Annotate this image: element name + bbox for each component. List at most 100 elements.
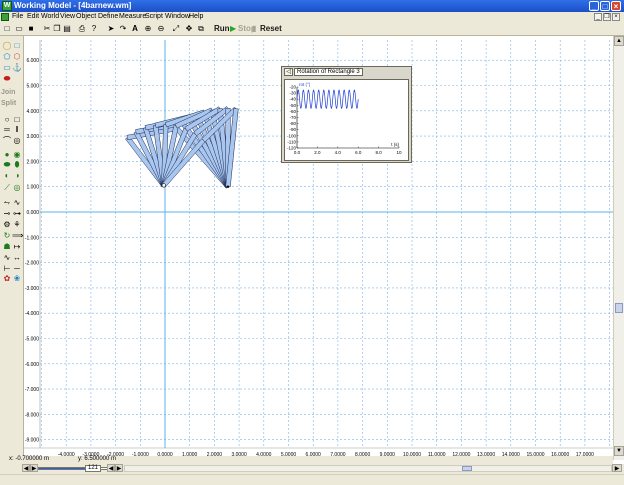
open-icon[interactable]: ▭ — [14, 24, 24, 34]
text-tool-icon[interactable]: A — [130, 24, 140, 34]
home-icon[interactable]: ⧉ — [196, 24, 206, 34]
menu-file[interactable]: File — [12, 13, 23, 20]
tape-rewind-button[interactable]: ◀ — [22, 464, 30, 472]
horizontal-scrollbar[interactable] — [124, 465, 612, 472]
arrow-icon[interactable]: ➤ — [106, 24, 116, 34]
menu-measure[interactable]: Measure — [119, 13, 146, 20]
rope-tool-icon[interactable]: ∿ — [2, 253, 12, 262]
square-point-icon[interactable]: □ — [12, 115, 22, 124]
horizontal-scroll-thumb[interactable] — [462, 466, 472, 471]
y-tick-label: -6.000 — [25, 362, 39, 368]
zoom-out-icon[interactable]: ⊖ — [156, 24, 166, 34]
help-icon[interactable]: ? — [89, 24, 99, 34]
ground-pivot-b — [226, 185, 230, 188]
anchor-icon[interactable]: ⚓ — [12, 63, 22, 72]
rotate-icon[interactable]: ↷ — [118, 24, 128, 34]
menu-window[interactable]: Window — [165, 13, 190, 20]
tape-step-back-button[interactable]: ◀ — [107, 464, 115, 472]
workspace[interactable]: 6.000 5.000 4.000 3.000 2.000 1.000 0.000 -1.00… — [24, 40, 613, 460]
y-tick-label: 5.000 — [26, 84, 39, 90]
circle-tool-icon[interactable]: ◯ — [2, 41, 12, 50]
slot-joint-icon[interactable]: ⬬ — [2, 160, 12, 169]
gear-icon[interactable]: ⚙ — [2, 220, 12, 229]
torque-icon[interactable]: ↦ — [12, 242, 22, 251]
slider-icon[interactable]: ─ — [12, 264, 22, 273]
copy-icon[interactable]: ❐ — [52, 24, 62, 34]
run-button[interactable]: Run — [214, 24, 230, 33]
pulley-icon[interactable]: ⚘ — [12, 220, 22, 229]
save-icon[interactable]: ■ — [26, 24, 36, 34]
button-control-icon[interactable]: ✿ — [2, 274, 12, 283]
slot-element-icon[interactable]: ═ — [2, 125, 12, 134]
keyed-curved-slot-icon[interactable]: ◑ — [12, 171, 22, 180]
frame-counter[interactable]: 121 — [85, 465, 101, 472]
point-icon[interactable]: ○ — [2, 115, 12, 124]
meter-window[interactable]: ◁ Rotation of Rectangle 3 -20 -30 -40 -50 -6… — [281, 66, 412, 163]
maximize-button[interactable]: □ — [600, 1, 610, 11]
split-button[interactable]: Split — [1, 100, 23, 107]
closed-slot-icon[interactable]: ◎ — [12, 136, 22, 145]
mdi-restore-button[interactable]: ❐ — [603, 13, 611, 21]
menu-script[interactable]: Script — [145, 13, 163, 20]
vertical-scroll-thumb[interactable] — [615, 303, 623, 313]
damper-icon[interactable]: ∿ — [12, 198, 22, 207]
rigid-joint-icon[interactable]: ◉ — [12, 150, 22, 159]
vertical-slot-icon[interactable]: ‖ — [12, 125, 22, 134]
tape-step-forward-button[interactable]: ▶ — [115, 464, 123, 472]
square-tool-icon[interactable]: □ — [12, 41, 22, 50]
new-icon[interactable]: □ — [2, 24, 12, 34]
paste-icon[interactable]: ▤ — [62, 24, 72, 34]
menu-help[interactable]: Help — [189, 13, 203, 20]
curved-body-icon[interactable]: ⬡ — [12, 52, 22, 61]
menu-view[interactable]: View — [60, 13, 75, 20]
zoom-fit-icon[interactable]: ⤢ — [171, 24, 181, 34]
vertical-scrollbar[interactable]: ▲ ▼ — [613, 36, 624, 460]
meter-y-tick-label: -30 — [289, 91, 296, 96]
menu-object[interactable]: Object — [76, 13, 96, 20]
meter-x-tick-label: 10 — [396, 150, 402, 155]
meter-toggle-button[interactable]: ◁ — [284, 68, 293, 76]
curved-slot-joint-icon[interactable]: ◐ — [2, 171, 12, 180]
document-icon[interactable] — [1, 13, 9, 21]
actuator-icon[interactable]: ⟹ — [12, 231, 23, 240]
cut-icon[interactable]: ✂ — [42, 24, 52, 34]
move-icon[interactable]: ✥ — [184, 24, 194, 34]
pin-joint-icon[interactable]: ● — [2, 150, 12, 159]
rectangle-tool-icon[interactable]: ▭ — [2, 63, 12, 72]
slot-tool-icon[interactable]: ⬬ — [2, 74, 12, 83]
keyed-slot-icon[interactable]: ⬮ — [12, 160, 22, 169]
zoom-in-icon[interactable]: ⊕ — [143, 24, 153, 34]
scroll-up-button[interactable]: ▲ — [614, 36, 624, 46]
join-button[interactable]: Join — [1, 89, 23, 96]
y-tick-label: -1.000 — [25, 235, 39, 241]
menu-bar: File Edit World View Object Define Measu… — [0, 12, 624, 23]
scroll-right-button[interactable]: ▶ — [612, 464, 622, 472]
mdi-minimize-button[interactable]: _ — [594, 13, 602, 21]
reset-button[interactable]: Reset — [260, 24, 282, 33]
y-tick-label: 1.000 — [26, 185, 39, 191]
print-icon[interactable]: ⎙ — [77, 24, 87, 34]
spring-icon[interactable]: ⥊ — [2, 198, 12, 207]
text-object-icon[interactable]: ❀ — [12, 274, 22, 283]
menu-define[interactable]: Define — [98, 13, 118, 20]
rope-icon[interactable]: ◎ — [12, 183, 22, 192]
rod-icon[interactable]: ⟋ — [2, 183, 12, 192]
separator-icon[interactable]: ⊶ — [12, 209, 22, 218]
meter-icon[interactable]: ⊢ — [2, 264, 12, 273]
force-icon[interactable]: ☗ — [2, 242, 12, 251]
tape-play-button[interactable]: ▶ — [30, 464, 38, 472]
motor-icon[interactable]: ↻ — [2, 231, 12, 240]
vector-icon[interactable]: ↔ — [12, 253, 22, 262]
run-icon: ▶ — [230, 24, 237, 33]
menu-edit[interactable]: Edit — [27, 13, 39, 20]
polygon-tool-icon[interactable]: ⬠ — [2, 52, 12, 61]
curved-slot-icon[interactable]: ⌒ — [2, 136, 12, 145]
mdi-close-button[interactable]: × — [612, 13, 620, 21]
meter-y-tick-label: -20 — [289, 85, 296, 90]
scroll-down-button[interactable]: ▼ — [614, 446, 624, 456]
y-tick-label: 2.000 — [26, 159, 39, 165]
menu-world[interactable]: World — [41, 13, 59, 20]
rotational-spring-icon[interactable]: ⊸ — [2, 209, 12, 218]
minimize-button[interactable]: _ — [589, 1, 599, 11]
close-button[interactable]: × — [611, 1, 621, 11]
